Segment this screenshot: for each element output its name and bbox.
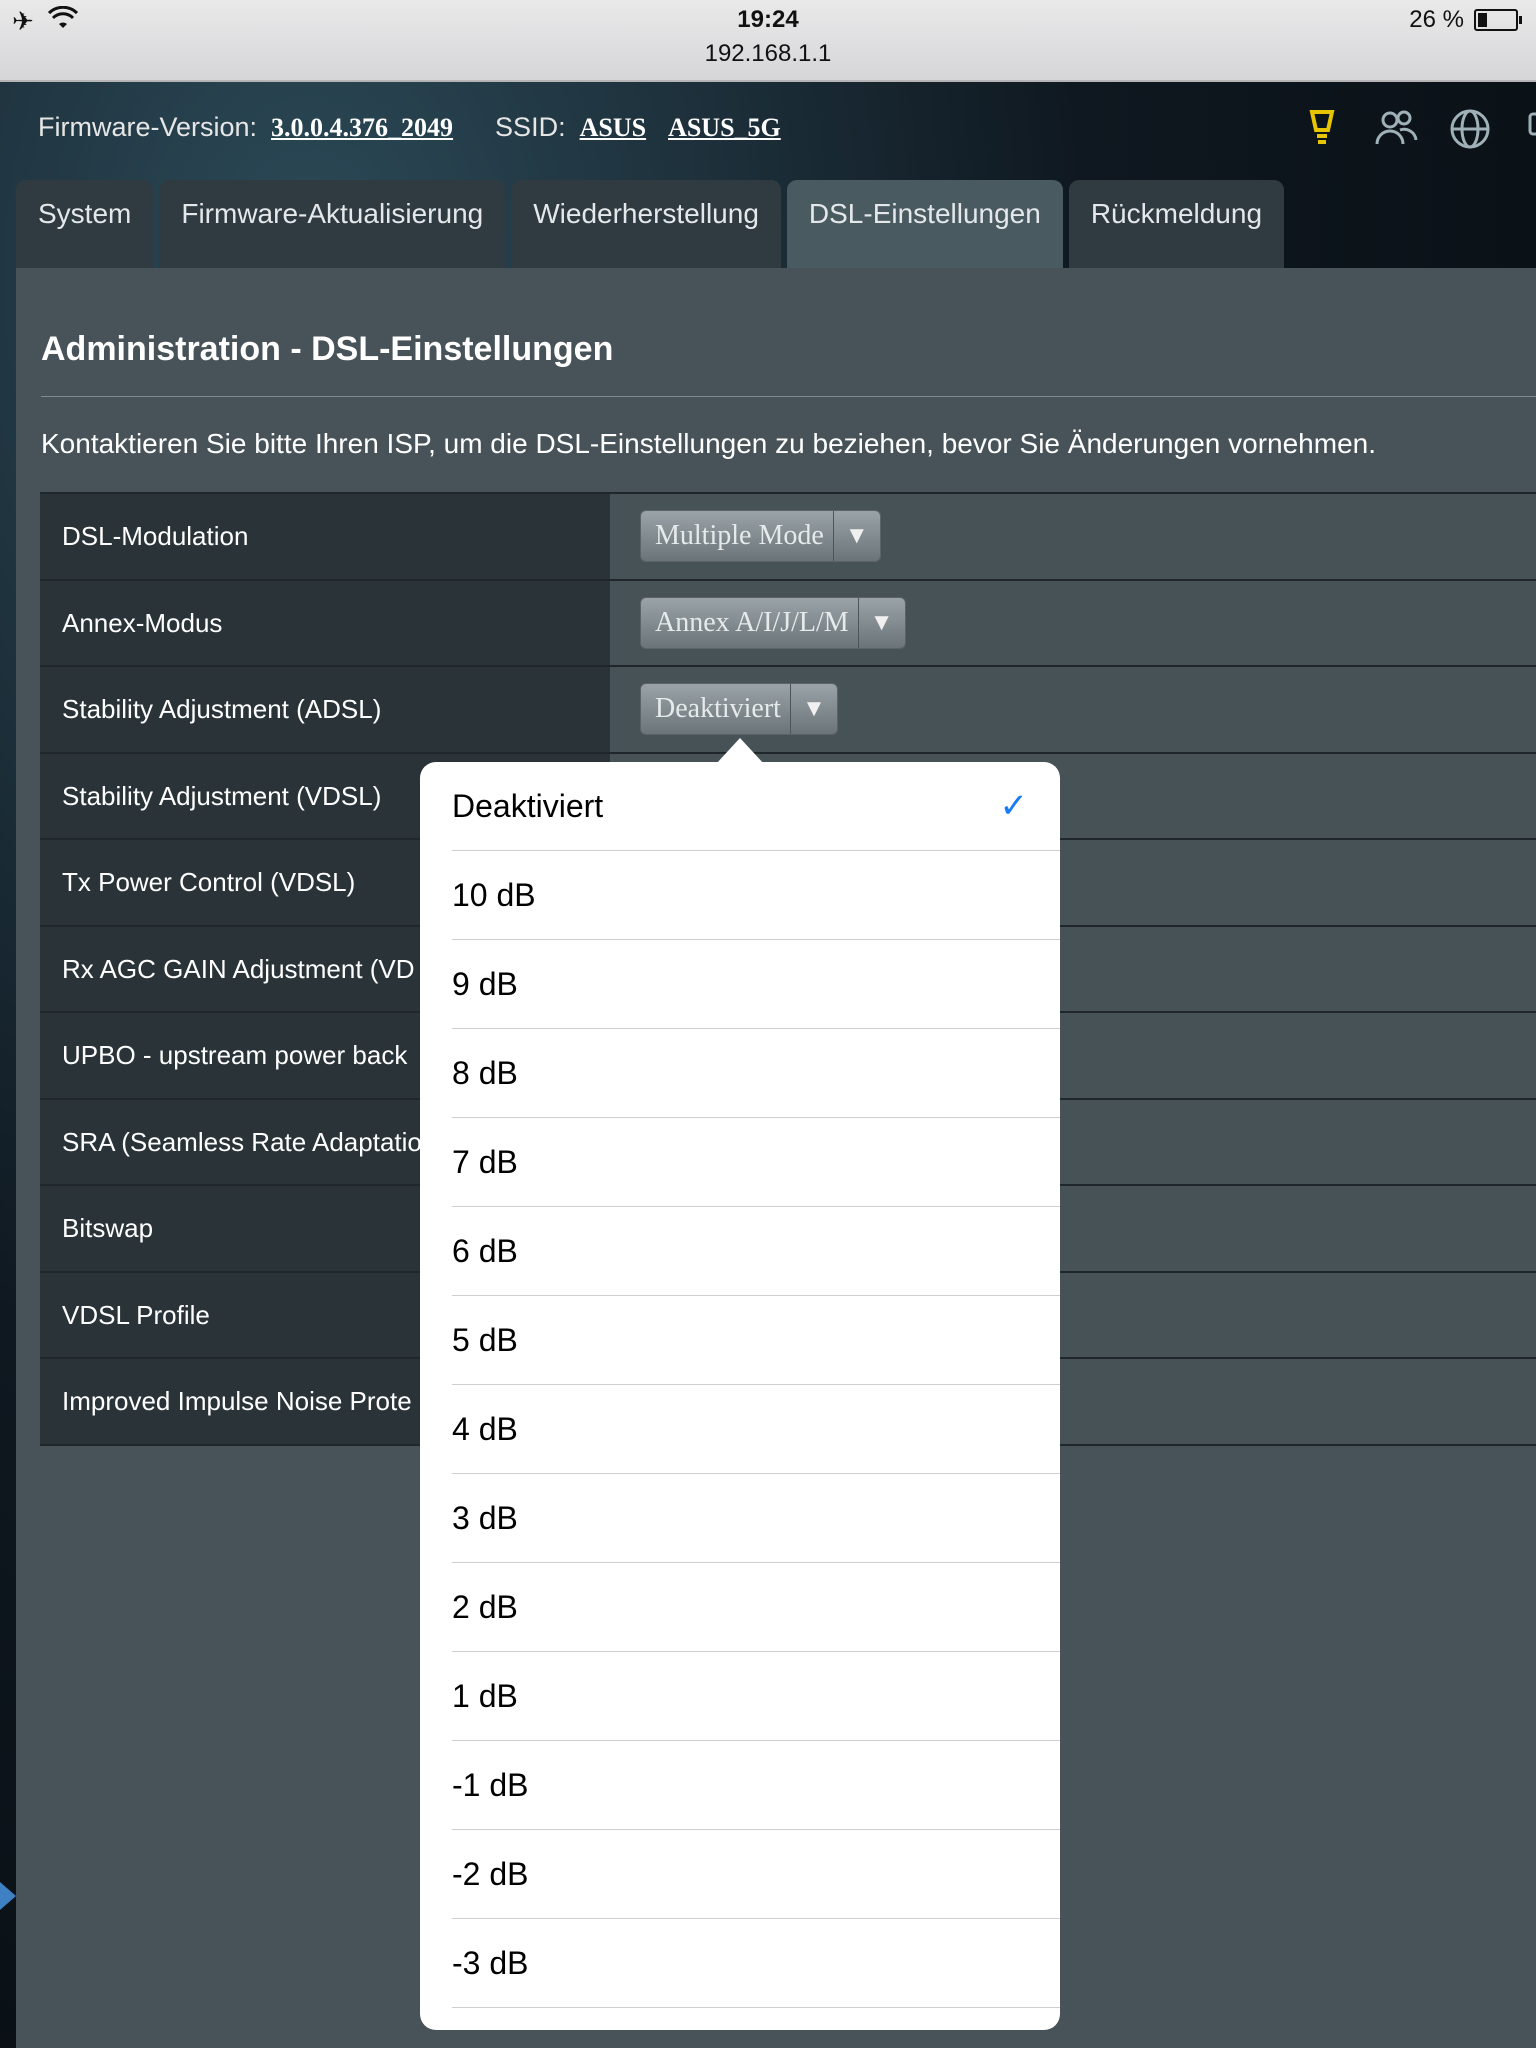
- picker-option-label: -1 dB: [452, 1767, 529, 1803]
- page-title: Administration - DSL-Einstellungen: [41, 330, 614, 368]
- users-icon[interactable]: [1374, 108, 1418, 152]
- tab-2[interactable]: Wiederherstellung: [511, 180, 781, 268]
- tab-0[interactable]: System: [16, 180, 154, 268]
- table-row: Stability Adjustment (ADSL) Deaktiviert ▼: [40, 667, 1536, 754]
- picker-option-label: 7 dB: [452, 1144, 518, 1180]
- picker-option[interactable]: -1 dB: [452, 1741, 1060, 1830]
- stability-adsl-picker: Deaktiviert ✓ 10 dB 9 dB 8 dB 7 dB 6 dB 5 dB 4 d…: [420, 762, 1060, 2030]
- setting-value-cell: Multiple Mode ▼: [612, 494, 1536, 579]
- picker-option-label: 10 dB: [452, 877, 536, 913]
- picker-option-label: 8 dB: [452, 1055, 518, 1091]
- ssid-link-24ghz[interactable]: ASUS: [580, 113, 646, 143]
- side-arrow-icon[interactable]: [0, 1882, 16, 1910]
- page-description: Kontaktieren Sie bitte Ihren ISP, um die…: [41, 428, 1376, 459]
- firmware-version-link[interactable]: 3.0.0.4.376_2049: [271, 113, 453, 143]
- picker-option[interactable]: -3 dB: [452, 1919, 1060, 2008]
- battery-level: [1478, 13, 1488, 27]
- picker-option-label: 4 dB: [452, 1411, 518, 1447]
- address-url[interactable]: 192.168.1.1: [0, 40, 1536, 68]
- picker-option-label: 6 dB: [452, 1233, 518, 1269]
- dropdown-arrow-icon: ▼: [832, 511, 880, 561]
- setting-label: Stability Adjustment (ADSL): [40, 667, 610, 752]
- ssid-link-5ghz[interactable]: ASUS_5G: [668, 113, 781, 143]
- setting-value-cell: Annex A/I/J/L/M ▼: [612, 580, 1536, 665]
- picker-option[interactable]: 2 dB: [452, 1563, 1060, 1652]
- picker-option[interactable]: 3 dB: [452, 1474, 1060, 1563]
- firmware-bar: Firmware-Version: 3.0.0.4.376_2049 SSID:…: [38, 112, 781, 143]
- picker-option-label: 1 dB: [452, 1678, 518, 1714]
- firmware-label: Firmware-Version:: [38, 112, 258, 142]
- battery-icon: [1474, 9, 1522, 31]
- picker-option[interactable]: Deaktiviert ✓: [452, 762, 1060, 851]
- select-value: Multiple Mode: [655, 520, 824, 551]
- picker-option[interactable]: 7 dB: [452, 1118, 1060, 1207]
- picker-option[interactable]: 1 dB: [452, 1652, 1060, 1741]
- setting-label: Annex-Modus: [40, 580, 610, 665]
- checkmark-icon: ✓: [999, 787, 1029, 825]
- picker-option[interactable]: -2 dB: [452, 1830, 1060, 1919]
- select-value: Deaktiviert: [655, 693, 781, 724]
- title-divider: [41, 396, 1536, 397]
- setting-label: DSL-Modulation: [40, 494, 610, 579]
- status-right: 26 %: [1409, 6, 1522, 34]
- dropdown-arrow-icon: ▼: [789, 684, 837, 734]
- tab-3[interactable]: DSL-Einstellungen: [786, 180, 1063, 268]
- picker-option[interactable]: 9 dB: [452, 940, 1060, 1029]
- dropdown-arrow-icon: ▼: [857, 597, 905, 648]
- tab-1[interactable]: Firmware-Aktualisierung: [159, 180, 506, 268]
- picker-option-label: 5 dB: [452, 1322, 518, 1358]
- setting-select[interactable]: Deaktiviert ▼: [640, 683, 838, 735]
- picker-option[interactable]: 5 dB: [452, 1296, 1060, 1385]
- picker-option-label: 3 dB: [452, 1500, 518, 1536]
- ssid-label: SSID:: [495, 112, 566, 142]
- picker-option-label: 9 dB: [452, 966, 518, 1002]
- picker-option-label: 2 dB: [452, 1589, 518, 1625]
- picker-option[interactable]: 8 dB: [452, 1029, 1060, 1118]
- setting-select[interactable]: Multiple Mode ▼: [640, 510, 881, 562]
- table-row: Annex-Modus Annex A/I/J/L/M ▼: [40, 580, 1536, 667]
- network-icon[interactable]: [1522, 108, 1536, 152]
- picker-option-label: -2 dB: [452, 1856, 529, 1892]
- picker-option[interactable]: -4 dB: [452, 2008, 1060, 2030]
- select-value: Annex A/I/J/L/M: [655, 606, 849, 638]
- popover-arrow: [716, 738, 764, 764]
- picker-option[interactable]: 6 dB: [452, 1207, 1060, 1296]
- table-row: DSL-Modulation Multiple Mode ▼: [40, 494, 1536, 581]
- picker-option-label: -3 dB: [452, 1945, 529, 1981]
- light-bulb-icon[interactable]: [1300, 108, 1344, 152]
- tab-bar: System Firmware-Aktualisierung Wiederherst…: [16, 180, 1285, 270]
- tab-4[interactable]: Rückmeldung: [1068, 180, 1285, 268]
- setting-select[interactable]: Annex A/I/J/L/M ▼: [640, 596, 906, 649]
- header-icons: [1300, 108, 1536, 152]
- picker-option-label: Deaktiviert: [452, 788, 604, 824]
- picker-option[interactable]: 4 dB: [452, 1385, 1060, 1474]
- globe-icon[interactable]: [1448, 108, 1492, 152]
- status-time: 19:24: [737, 6, 799, 33]
- battery-percent: 26 %: [1409, 6, 1464, 33]
- status-bar: ✈ 19:24 192.168.1.1 26 %: [0, 0, 1536, 82]
- picker-option[interactable]: 10 dB: [452, 851, 1060, 940]
